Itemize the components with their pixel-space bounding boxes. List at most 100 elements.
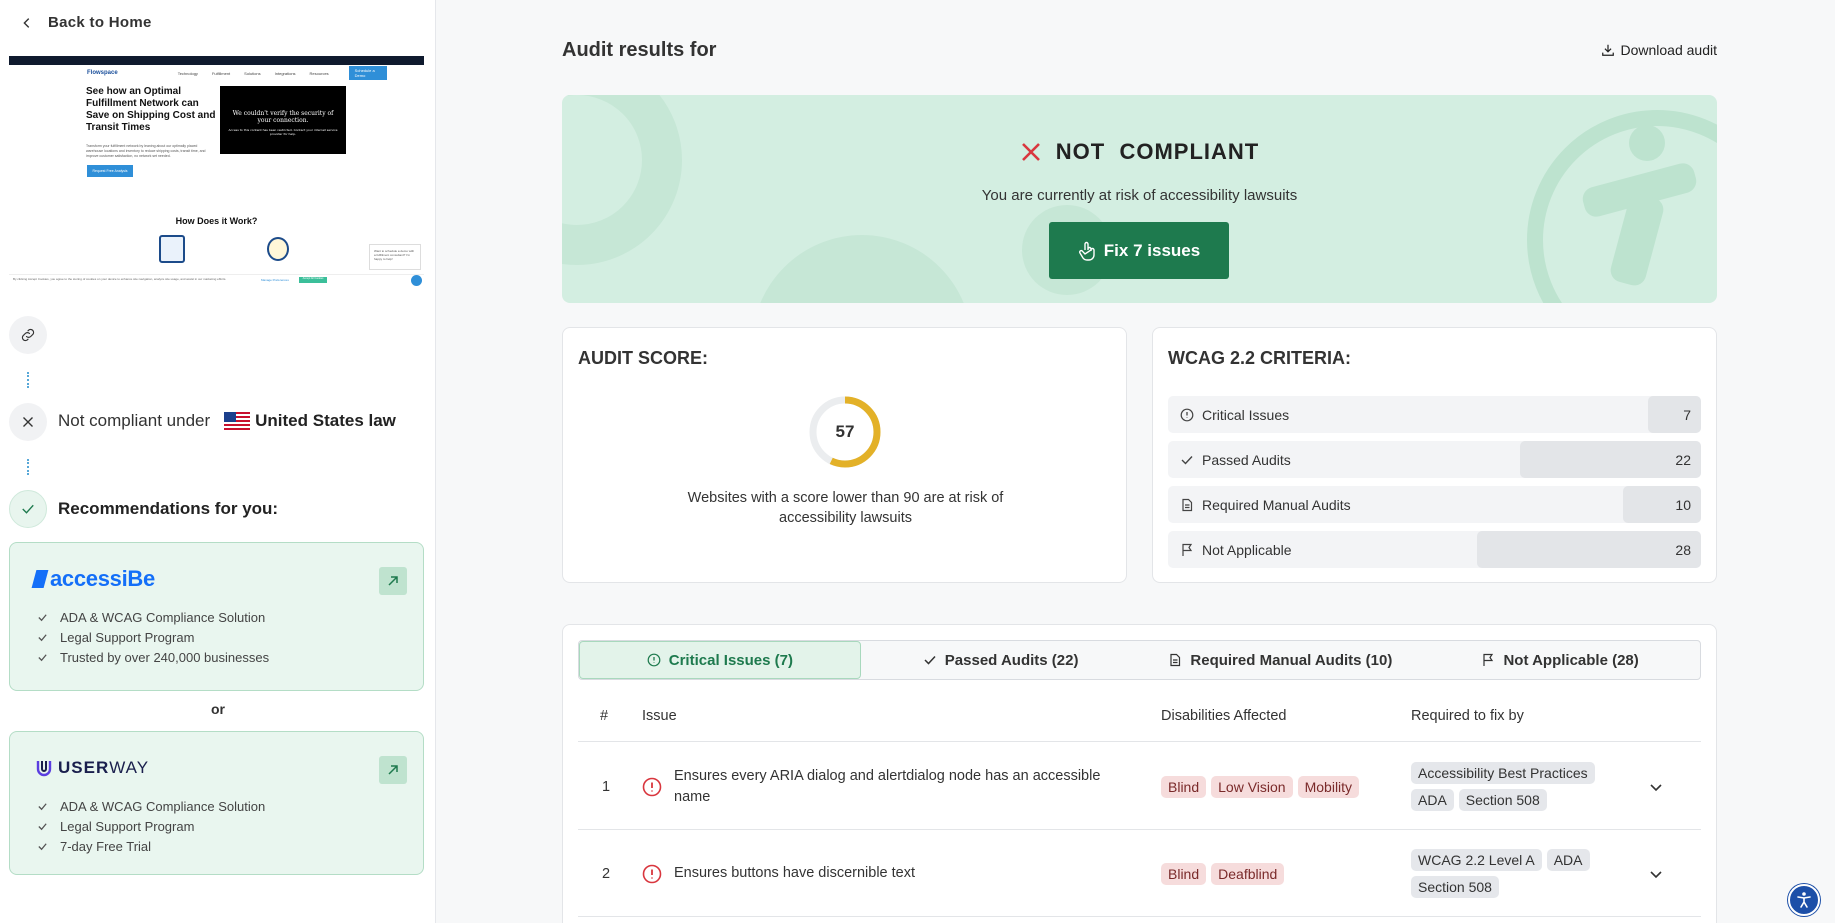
decorative-circle	[562, 95, 682, 265]
issues-table-panel: Critical Issues (7) Passed Audits (22) R…	[562, 624, 1717, 923]
country-law: United States law	[255, 411, 396, 430]
fix-issues-label: Fix 7 issues	[1103, 240, 1201, 260]
disabilities-tags: Blind Deafblind	[1161, 830, 1285, 917]
accessibility-widget-button[interactable]	[1788, 884, 1820, 916]
chevron-down-icon[interactable]	[1648, 779, 1664, 795]
preview-cookie-bar: By clicking Accept Cookies, you agree to…	[9, 274, 424, 286]
row-number: 2	[602, 865, 611, 882]
tab-not-applicable[interactable]: Not Applicable (28)	[1420, 641, 1700, 679]
criteria-row-not-applicable[interactable]: Not Applicable 28	[1168, 531, 1701, 568]
required-tags: WCAG 2.2 Level A ADA Section 508	[1411, 830, 1631, 917]
row-number: 1	[602, 778, 611, 795]
preview-cookie-accept: Accept All Cookies	[299, 277, 327, 283]
preview-security-modal: We couldn't verify the security of your …	[220, 86, 346, 154]
error-circle-icon	[642, 864, 662, 884]
userway-logo: USER WAY	[34, 754, 399, 782]
tab-critical-issues[interactable]: Critical Issues (7)	[579, 641, 861, 679]
tab-required-manual-audits[interactable]: Required Manual Audits (10)	[1141, 641, 1421, 679]
page-title: Audit results for	[562, 39, 717, 61]
accessibe-brand: accessiBe	[50, 566, 155, 591]
arrow-up-right-icon	[388, 576, 398, 586]
preview-nav-item: Solutions	[244, 70, 261, 76]
external-link-button[interactable]	[379, 567, 407, 595]
userway-card[interactable]: USER WAY ADA & WCAG Compliance Solution L…	[9, 731, 424, 875]
standard-tag: ADA	[1411, 789, 1454, 811]
standard-tag: Section 508	[1458, 789, 1547, 811]
preview-logo: Flowspace	[87, 70, 118, 76]
criteria-value: 22	[1675, 451, 1691, 468]
accessibe-logo: accessiBe	[31, 565, 399, 593]
issue-text: Ensures every ARIA dialog and alertdialo…	[674, 767, 1101, 805]
back-label: Back to Home	[48, 14, 152, 31]
accessibility-icon	[1797, 892, 1811, 908]
tab-label: Required Manual Audits (10)	[1190, 651, 1393, 669]
criteria-bar	[1519, 441, 1701, 478]
feature-item: Legal Support Program	[37, 816, 399, 836]
download-audit-button[interactable]: Download audit	[1601, 42, 1717, 58]
recommendations-indicator	[9, 490, 47, 528]
table-header: # Issue Disabilities Affected Required t…	[578, 688, 1701, 742]
feature-item: 7-day Free Trial	[37, 836, 399, 856]
chevron-down-icon[interactable]	[1648, 866, 1664, 882]
chevron-left-icon	[23, 17, 30, 28]
disability-tag: Mobility	[1297, 775, 1360, 798]
preview-nav-item: Technology	[177, 70, 198, 76]
wcag-criteria-panel: WCAG 2.2 CRITERIA: Critical Issues 7 Pas…	[1152, 327, 1717, 583]
check-icon	[38, 822, 47, 830]
arrow-up-right-icon	[388, 765, 398, 775]
disability-tag: Blind	[1161, 862, 1207, 885]
fix-issues-button[interactable]: Fix 7 issues	[1049, 222, 1229, 279]
criteria-row-critical[interactable]: Critical Issues 7	[1168, 396, 1701, 433]
table-row[interactable]: 1 Ensures every ARIA dialog and alertdia…	[578, 743, 1701, 830]
accessibe-features: ADA & WCAG Compliance Solution Legal Sup…	[34, 607, 399, 667]
external-link-button[interactable]	[379, 756, 407, 784]
tab-label: Critical Issues (7)	[668, 651, 793, 669]
tab-passed-audits[interactable]: Passed Audits (22)	[861, 641, 1141, 679]
risk-subtext: You are currently at risk of accessibili…	[981, 187, 1298, 204]
recommendations-title: Recommendations for you:	[58, 499, 279, 518]
preview-hero-button: Request Free Analysis	[87, 165, 133, 177]
preview-modal-text: We couldn't verify the security of your …	[232, 110, 334, 124]
criteria-label: Passed Audits	[1202, 451, 1291, 468]
userway-brand-bold: USER	[58, 758, 110, 777]
criteria-row-passed[interactable]: Passed Audits 22	[1168, 441, 1701, 478]
standard-tag: Accessibility Best Practices	[1411, 762, 1595, 784]
disability-tag: Deafblind	[1211, 862, 1285, 885]
decorative-circle	[752, 235, 972, 303]
criteria-row-manual[interactable]: Required Manual Audits 10	[1168, 486, 1701, 523]
download-icon	[1602, 44, 1615, 56]
criteria-label: Required Manual Audits	[1202, 496, 1351, 513]
preview-cookie-manage: Manage Preferences	[261, 278, 289, 282]
issues-tabs: Critical Issues (7) Passed Audits (22) R…	[578, 640, 1701, 680]
preview-hero-subtitle: Transform your fulfillment network by le…	[86, 144, 206, 158]
accessibe-card[interactable]: accessiBe ADA & WCAG Compliance Solution…	[9, 542, 424, 691]
disabilities-tags: Blind Low Vision Mobility	[1161, 743, 1360, 830]
issue-text: Ensures buttons have discernible text	[674, 865, 915, 881]
preview-nav: Flowspace Technology Fulfillment Solutio…	[87, 66, 387, 80]
disability-tag: Blind	[1161, 775, 1207, 798]
wcag-title: WCAG 2.2 CRITERIA:	[1168, 348, 1352, 368]
header-num: #	[600, 708, 609, 724]
preview-hero-title: See how an Optimal Fulfillment Network c…	[86, 86, 216, 133]
preview-topbar	[9, 56, 424, 65]
preview-nav-item: Fulfillment	[211, 70, 231, 76]
header-issue: Issue	[642, 708, 677, 724]
preview-chat-icon	[411, 275, 422, 286]
tab-label: Not Applicable (28)	[1503, 651, 1639, 669]
flag-icon	[1483, 653, 1494, 666]
compliance-status-text: NOT COMPLIANT	[1055, 139, 1260, 164]
preview-chat-bubble: Want to schedule a demo with a fulfillme…	[369, 244, 421, 270]
compliance-headline: NOT COMPLIANT	[562, 139, 1717, 165]
back-to-home-link[interactable]: Back to Home	[20, 14, 152, 31]
download-label: Download audit	[1620, 42, 1717, 58]
status-prefix: Not compliant under	[58, 411, 211, 430]
criteria-value: 10	[1675, 496, 1691, 513]
link-button[interactable]	[9, 316, 47, 354]
alert-circle-icon	[647, 653, 661, 667]
document-icon	[1170, 653, 1181, 667]
table-row[interactable]: 2 Ensures buttons have discernible text …	[578, 830, 1701, 917]
preview-cookie-text: By clicking Accept Cookies, you agree to…	[13, 277, 227, 281]
score-value: 57	[835, 422, 855, 441]
check-icon	[38, 653, 47, 661]
alert-circle-icon	[1180, 408, 1194, 421]
